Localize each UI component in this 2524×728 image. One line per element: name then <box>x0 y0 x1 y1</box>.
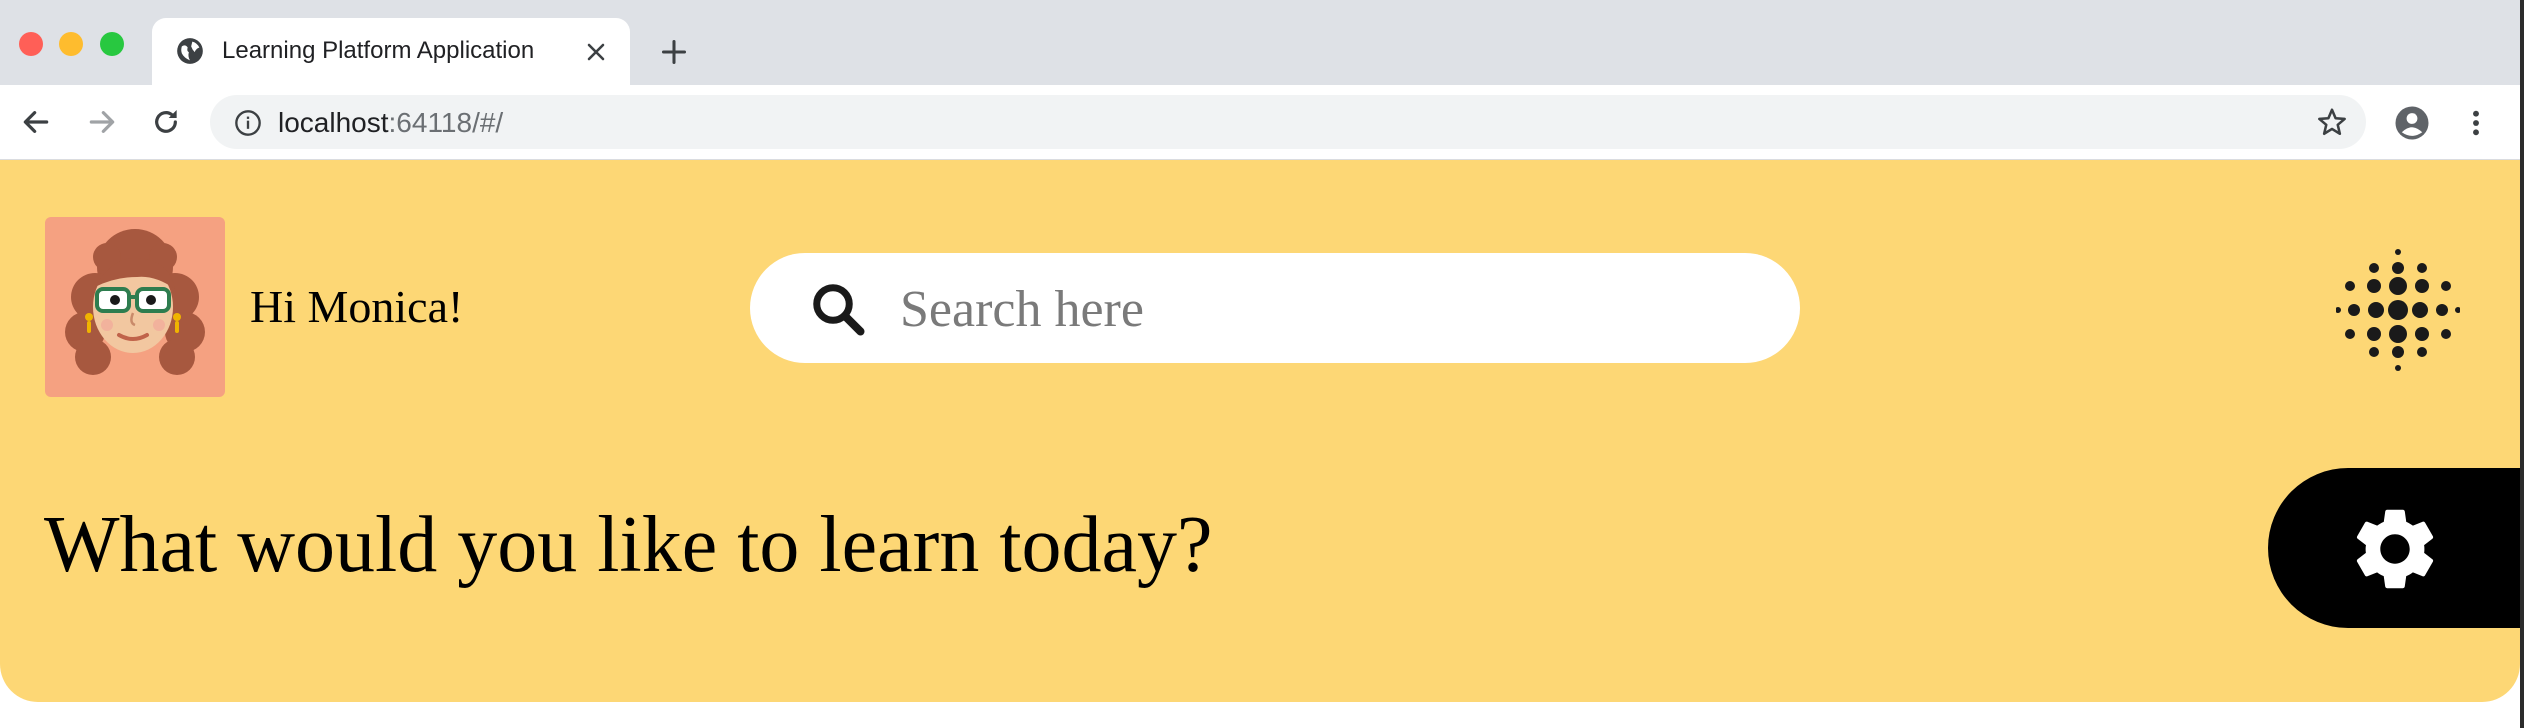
url-host: localhost <box>278 107 389 138</box>
avatar[interactable] <box>45 217 225 397</box>
app-header: Hi Monica! What would you like to learn … <box>0 160 2520 702</box>
window-close-button[interactable] <box>19 32 43 56</box>
browser-tab-bar: Learning Platform Application <box>0 0 2520 85</box>
menu-icon[interactable] <box>2460 105 2492 141</box>
close-icon[interactable] <box>584 40 608 64</box>
search-bar[interactable] <box>750 253 1800 363</box>
url-text[interactable]: localhost:64118/#/ <box>278 107 503 139</box>
back-icon[interactable] <box>20 106 52 138</box>
window-minimize-button[interactable] <box>59 32 83 56</box>
url-path: :64118/#/ <box>388 107 504 138</box>
forward-icon[interactable] <box>86 106 118 138</box>
info-icon[interactable] <box>234 109 262 137</box>
plus-icon[interactable] <box>660 38 688 66</box>
page-headline: What would you like to learn today? <box>44 501 1213 589</box>
window-edge <box>2520 0 2524 728</box>
star-icon[interactable] <box>2316 106 2348 138</box>
browser-tab[interactable]: Learning Platform Application <box>152 18 630 85</box>
reload-icon[interactable] <box>150 106 182 138</box>
gear-icon[interactable] <box>2346 500 2444 598</box>
globe-icon <box>177 38 203 64</box>
search-input[interactable] <box>898 275 1762 343</box>
dots-logo-icon[interactable] <box>2336 248 2460 372</box>
window-maximize-button[interactable] <box>100 32 124 56</box>
address-bar[interactable]: localhost:64118/#/ <box>210 95 2366 149</box>
avatar-illustration <box>65 229 205 375</box>
tab-title: Learning Platform Application <box>222 37 535 64</box>
browser-toolbar: localhost:64118/#/ <box>0 85 2520 160</box>
greeting-text: Hi Monica! <box>250 281 464 332</box>
search-icon[interactable] <box>808 279 868 339</box>
account-icon[interactable] <box>2394 105 2430 141</box>
settings-button[interactable] <box>2268 468 2520 628</box>
